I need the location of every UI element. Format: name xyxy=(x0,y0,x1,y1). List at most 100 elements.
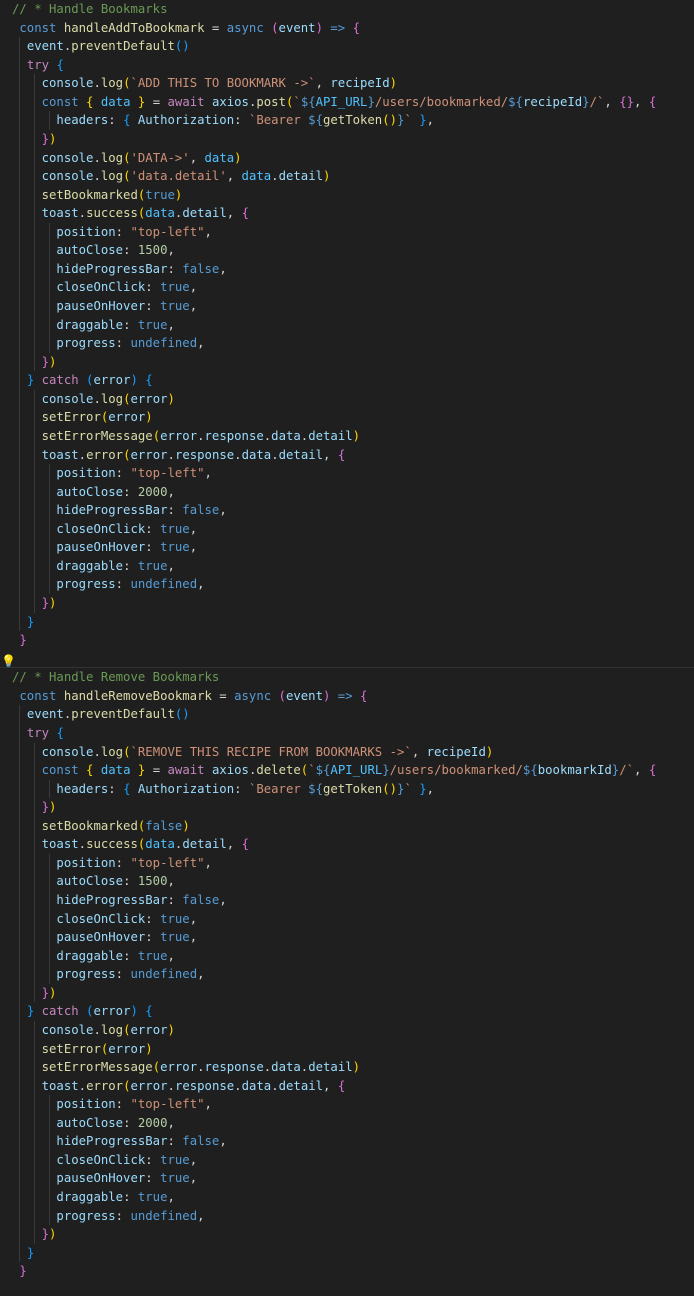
code-line[interactable]: draggable: true, xyxy=(0,315,694,335)
code-token: : xyxy=(123,874,138,889)
code-line[interactable]: }) xyxy=(0,983,694,1003)
code-token: . xyxy=(234,1078,242,1093)
code-line[interactable]: hideProgressBar: false, xyxy=(0,891,694,910)
code-line[interactable]: toast.error(error.response.data.detail, … xyxy=(0,1076,694,1096)
code-line[interactable]: autoClose: 2000, xyxy=(0,1113,694,1133)
code-token: position xyxy=(56,224,116,239)
code-line[interactable]: autoClose: 2000, xyxy=(0,482,694,502)
code-token: true xyxy=(137,1190,168,1204)
code-line[interactable]: setError(error) xyxy=(0,1039,694,1059)
code-token: autoClose xyxy=(56,243,124,258)
code-editor[interactable]: // * Handle Bookmarks const handleAddToB… xyxy=(0,0,694,1296)
code-line[interactable]: // * Handle Bookmarks xyxy=(0,0,694,19)
code-token: , xyxy=(219,893,227,907)
code-line[interactable]: pauseOnHover: true, xyxy=(0,928,694,947)
code-line[interactable]: pauseOnHover: true, xyxy=(0,1169,694,1188)
code-line[interactable]: closeOnClick: true, xyxy=(0,519,694,539)
code-line[interactable]: setBookmarked(false) xyxy=(0,816,694,836)
code-token: ${ xyxy=(308,113,323,128)
code-line[interactable]: setError(error) xyxy=(0,408,694,427)
code-line[interactable]: } xyxy=(0,612,694,632)
code-line[interactable]: autoClose: 1500, xyxy=(0,241,694,260)
code-line[interactable]: hideProgressBar: false, xyxy=(0,1132,694,1151)
code-line[interactable]: try { xyxy=(0,55,694,75)
code-line[interactable]: const { data } = await axios.delete(`${A… xyxy=(0,761,694,780)
code-line[interactable]: 💡 xyxy=(0,650,694,669)
code-line[interactable]: console.log(`REMOVE THIS RECIPE FROM BOO… xyxy=(0,742,694,762)
code-line[interactable]: toast.success(data.detail, { xyxy=(0,204,694,223)
code-line[interactable]: headers: { Authorization: `Bearer ${getT… xyxy=(0,111,694,130)
code-line[interactable]: }) xyxy=(0,129,694,149)
code-line[interactable]: pauseOnHover: true, xyxy=(0,538,694,557)
indent-guide xyxy=(49,334,50,353)
code-line[interactable]: }) xyxy=(0,798,694,817)
code-line[interactable]: position: "top-left", xyxy=(0,222,694,242)
code-line[interactable]: position: "top-left", xyxy=(0,1095,694,1114)
code-token: ) xyxy=(49,985,57,1000)
code-line[interactable]: console.log('data.detail', data.detail) xyxy=(0,167,694,186)
code-token: . xyxy=(93,391,101,406)
code-line[interactable]: position: "top-left", xyxy=(0,853,694,873)
code-line[interactable]: event.preventDefault() xyxy=(0,37,694,56)
code-line[interactable]: try { xyxy=(0,723,694,743)
code-token: , xyxy=(634,763,649,778)
code-token: 1500 xyxy=(137,874,168,889)
code-line[interactable]: position: "top-left", xyxy=(0,464,694,483)
code-line[interactable]: console.log('DATA->', data) xyxy=(0,148,694,168)
code-line[interactable]: draggable: true, xyxy=(0,1188,694,1207)
indent-guide xyxy=(34,538,36,557)
code-line[interactable]: }) xyxy=(0,594,694,613)
code-token: false xyxy=(145,818,183,833)
code-line[interactable]: const handleAddToBookmark = async (event… xyxy=(0,19,694,38)
code-line[interactable]: // * Handle Remove Bookmarks xyxy=(0,668,694,687)
code-line[interactable]: }) xyxy=(0,1225,694,1244)
code-line[interactable]: pauseOnHover: true, xyxy=(0,297,694,316)
code-line[interactable]: } xyxy=(0,631,694,650)
code-line[interactable]: progress: undefined, xyxy=(0,575,694,594)
code-line[interactable]: hideProgressBar: false, xyxy=(0,501,694,520)
code-line[interactable]: progress: undefined, xyxy=(0,1206,694,1226)
code-line[interactable]: console.log(error) xyxy=(0,389,694,409)
code-line[interactable]: } catch (error) { xyxy=(0,371,694,390)
code-line[interactable]: const handleRemoveBookmark = async (even… xyxy=(0,687,694,706)
code-line[interactable]: autoClose: 1500, xyxy=(0,872,694,891)
code-line[interactable]: headers: { Authorization: `Bearer ${getT… xyxy=(0,779,694,799)
indent-guide xyxy=(19,92,21,112)
code-line[interactable]: setErrorMessage(error.response.data.deta… xyxy=(0,426,694,446)
indent-guide xyxy=(19,1076,21,1096)
indent-guide xyxy=(34,129,36,149)
code-line[interactable]: }) xyxy=(0,352,694,372)
code-token: , xyxy=(189,299,198,313)
code-line[interactable]: console.log(`ADD THIS TO BOOKMARK ->`, r… xyxy=(0,74,694,93)
indent-guide xyxy=(34,74,36,93)
code-token: , xyxy=(426,781,435,796)
code-line[interactable]: progress: undefined, xyxy=(0,965,694,984)
code-line[interactable]: event.preventDefault() xyxy=(0,705,694,724)
code-token: getToken xyxy=(322,113,383,128)
code-line[interactable]: } xyxy=(0,1243,694,1263)
code-token: : xyxy=(123,317,138,332)
code-token: } xyxy=(367,94,375,109)
code-line[interactable]: setErrorMessage(error.response.data.deta… xyxy=(0,1058,694,1077)
code-line[interactable]: toast.error(error.response.data.detail, … xyxy=(0,445,694,465)
code-line[interactable]: hideProgressBar: false, xyxy=(0,259,694,279)
indent-guide xyxy=(49,891,50,910)
code-line[interactable]: draggable: true, xyxy=(0,946,694,966)
code-line[interactable]: draggable: true, xyxy=(0,556,694,576)
code-line[interactable]: progress: undefined, xyxy=(0,334,694,353)
code-line[interactable]: closeOnClick: true, xyxy=(0,278,694,297)
code-line[interactable]: toast.success(data.detail, { xyxy=(0,835,694,854)
code-line[interactable]: } xyxy=(0,1262,694,1281)
code-line[interactable]: const { data } = await axios.post(`${API… xyxy=(0,92,694,112)
code-token: undefined xyxy=(130,967,198,982)
code-line[interactable]: } catch (error) { xyxy=(0,1002,694,1021)
code-line[interactable]: closeOnClick: true, xyxy=(0,1150,694,1170)
code-line[interactable]: setBookmarked(true) xyxy=(0,185,694,205)
indent-guide xyxy=(19,1243,21,1263)
code-token: ) xyxy=(49,131,57,146)
code-line[interactable]: console.log(error) xyxy=(0,1020,694,1040)
code-line[interactable]: closeOnClick: true, xyxy=(0,909,694,929)
